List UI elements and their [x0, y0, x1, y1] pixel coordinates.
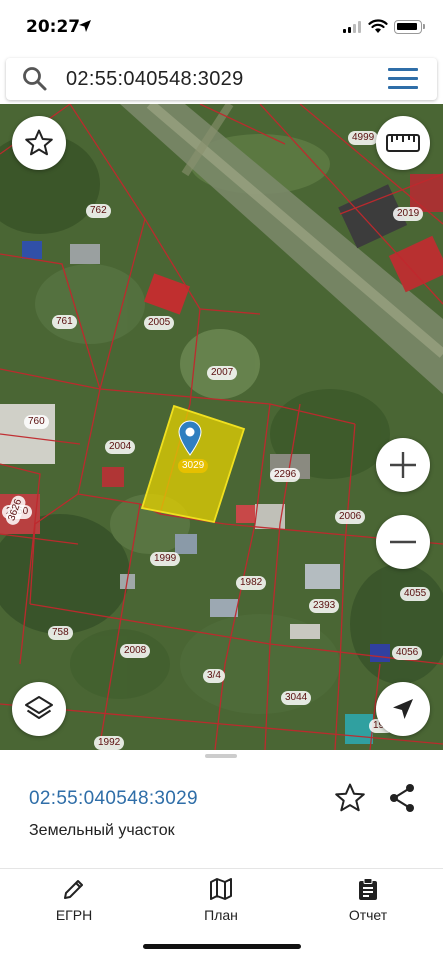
plot-info-sheet[interactable]: 02:55:040548:3029 Земельный участок [0, 750, 443, 868]
ruler-icon [386, 134, 420, 152]
ruler-button[interactable] [376, 116, 430, 170]
plus-icon [390, 452, 416, 478]
cadastral-number[interactable]: 02:55:040548:3029 [29, 788, 198, 810]
plot-label[interactable]: 3/4 [203, 669, 225, 683]
plot-label[interactable]: 760 [24, 415, 49, 429]
satellite-imagery [0, 104, 443, 750]
cellular-signal-icon [343, 21, 361, 33]
home-indicator [143, 944, 301, 949]
location-arrow-icon [79, 20, 91, 32]
zoom-out-button[interactable] [376, 515, 430, 569]
layers-icon [25, 696, 53, 719]
layers-button[interactable] [12, 682, 66, 736]
share-icon[interactable] [388, 783, 416, 813]
selected-plot-label[interactable]: 3029 [178, 459, 209, 473]
plot-label[interactable]: 2019 [393, 207, 424, 221]
cadastral-map[interactable]: 762 4999 2019 2005 761 2007 760 2004 302… [0, 104, 443, 750]
battery-icon [394, 20, 425, 34]
plot-label[interactable]: 2008 [120, 644, 151, 658]
status-time: 20:27 [26, 17, 81, 37]
tab-report[interactable]: Отчет [313, 877, 423, 923]
status-bar: 20:27 [0, 0, 443, 54]
tab-label: Отчет [348, 907, 388, 923]
tab-egrn[interactable]: ЕГРН [19, 877, 129, 923]
star-icon [25, 129, 53, 156]
tab-label: План [204, 907, 238, 923]
plot-label[interactable]: 758 [48, 626, 73, 640]
pencil-icon [64, 880, 83, 899]
hamburger-menu-icon[interactable] [388, 68, 418, 90]
wifi-icon [368, 19, 388, 33]
plot-label[interactable]: 1999 [150, 552, 181, 566]
tab-plan[interactable]: План [166, 877, 276, 923]
search-bar[interactable]: 02:55:040548:3029 [6, 58, 437, 100]
favorite-button[interactable] [12, 116, 66, 170]
search-icon[interactable] [22, 66, 48, 92]
plot-label[interactable]: 2393 [309, 599, 340, 613]
plot-label[interactable]: 2006 [335, 510, 366, 524]
locate-button[interactable] [376, 682, 430, 736]
minus-icon [390, 540, 416, 544]
plot-label[interactable]: 762 [86, 204, 111, 218]
plot-label[interactable]: 2296 [270, 468, 301, 482]
plot-label[interactable]: 4055 [400, 587, 431, 601]
tab-label: ЕГРН [55, 907, 93, 923]
plot-label[interactable]: 4999 [348, 131, 379, 145]
star-icon[interactable] [334, 782, 366, 814]
map-pin-icon [178, 420, 202, 456]
sheet-handle[interactable] [205, 754, 237, 758]
zoom-in-button[interactable] [376, 438, 430, 492]
plot-label[interactable]: 761 [52, 315, 77, 329]
plot-label[interactable]: 4056 [392, 646, 423, 660]
plot-type: Земельный участок [29, 822, 175, 839]
plot-label[interactable]: 1992 [94, 736, 125, 750]
plot-label[interactable]: 2004 [105, 440, 136, 454]
plot-label[interactable]: 1982 [236, 576, 267, 590]
plot-label[interactable]: 2005 [144, 316, 175, 330]
navigation-arrow-icon [393, 699, 413, 719]
map-icon [210, 878, 232, 900]
plot-label[interactable]: 3044 [281, 691, 312, 705]
search-input[interactable]: 02:55:040548:3029 [66, 68, 244, 91]
plot-label[interactable]: 2007 [207, 366, 238, 380]
clipboard-icon [359, 878, 377, 900]
